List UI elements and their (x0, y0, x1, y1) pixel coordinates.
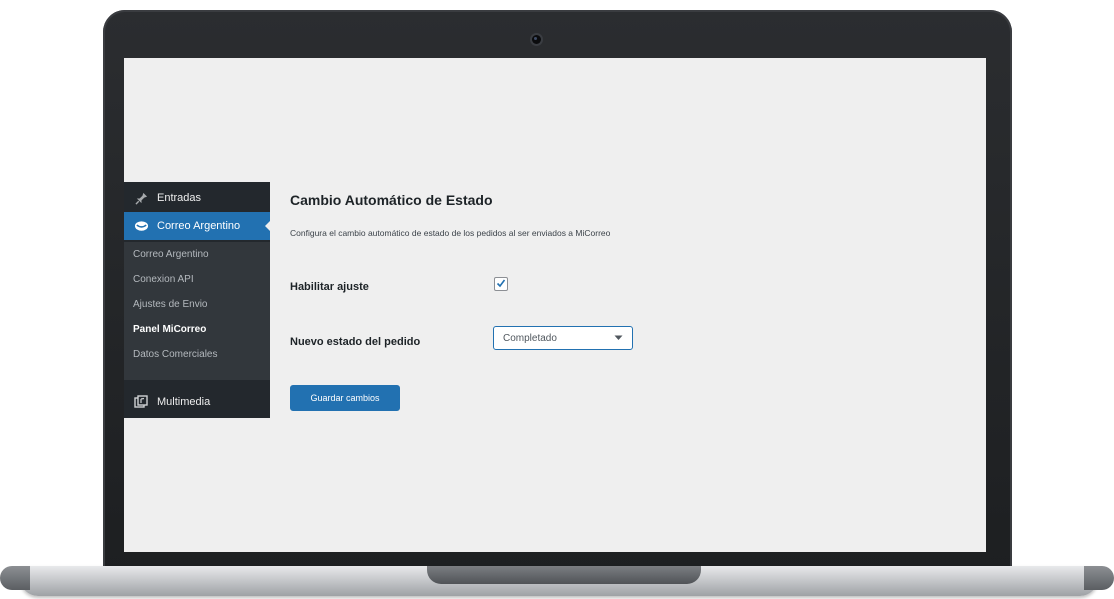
sidebar-item-entradas[interactable]: Entradas (124, 184, 270, 212)
submenu: Correo Argentino Conexion API Ajustes de… (124, 242, 270, 380)
sidebar-item-correo-argentino[interactable]: Correo Argentino (124, 212, 271, 240)
order-status-select[interactable]: Completado (493, 326, 633, 350)
webcam (532, 35, 541, 44)
submenu-item-conexion-api[interactable]: Conexion API (133, 274, 194, 285)
submenu-item-panel-micorreo[interactable]: Panel MiCorreo (133, 324, 206, 335)
laptop-base-right (1084, 566, 1114, 590)
submenu-item-correo-argentino[interactable]: Correo Argentino (133, 249, 209, 260)
screen: Entradas Correo Argentino Correo Argenti… (124, 58, 986, 552)
order-status-value: Completado (503, 332, 557, 344)
sidebar-item-multimedia[interactable]: Multimedia (124, 388, 270, 416)
save-button[interactable]: Guardar cambios (290, 385, 400, 411)
admin-sidebar: Entradas Correo Argentino Correo Argenti… (124, 182, 271, 418)
sidebar-item-label: Entradas (157, 192, 202, 204)
submenu-item-datos-comerciales[interactable]: Datos Comerciales (133, 349, 217, 360)
page-description: Configura el cambio automático de estado… (290, 228, 611, 238)
correo-argentino-icon (133, 220, 149, 232)
sidebar-item-label: Multimedia (157, 396, 211, 408)
enable-checkbox[interactable] (494, 277, 508, 291)
enable-label: Habilitar ajuste (290, 281, 369, 293)
chevron-down-icon (614, 335, 623, 341)
submenu-item-ajustes-envio[interactable]: Ajustes de Envio (133, 299, 208, 310)
sidebar-item-label: Correo Argentino (157, 220, 241, 232)
status-label: Nuevo estado del pedido (290, 336, 421, 348)
pin-icon (133, 192, 149, 205)
page-title: Cambio Automático de Estado (290, 192, 493, 208)
laptop-notch (427, 566, 701, 584)
laptop-base-left (0, 566, 30, 590)
checkmark-icon (496, 275, 506, 293)
media-icon (133, 395, 149, 409)
